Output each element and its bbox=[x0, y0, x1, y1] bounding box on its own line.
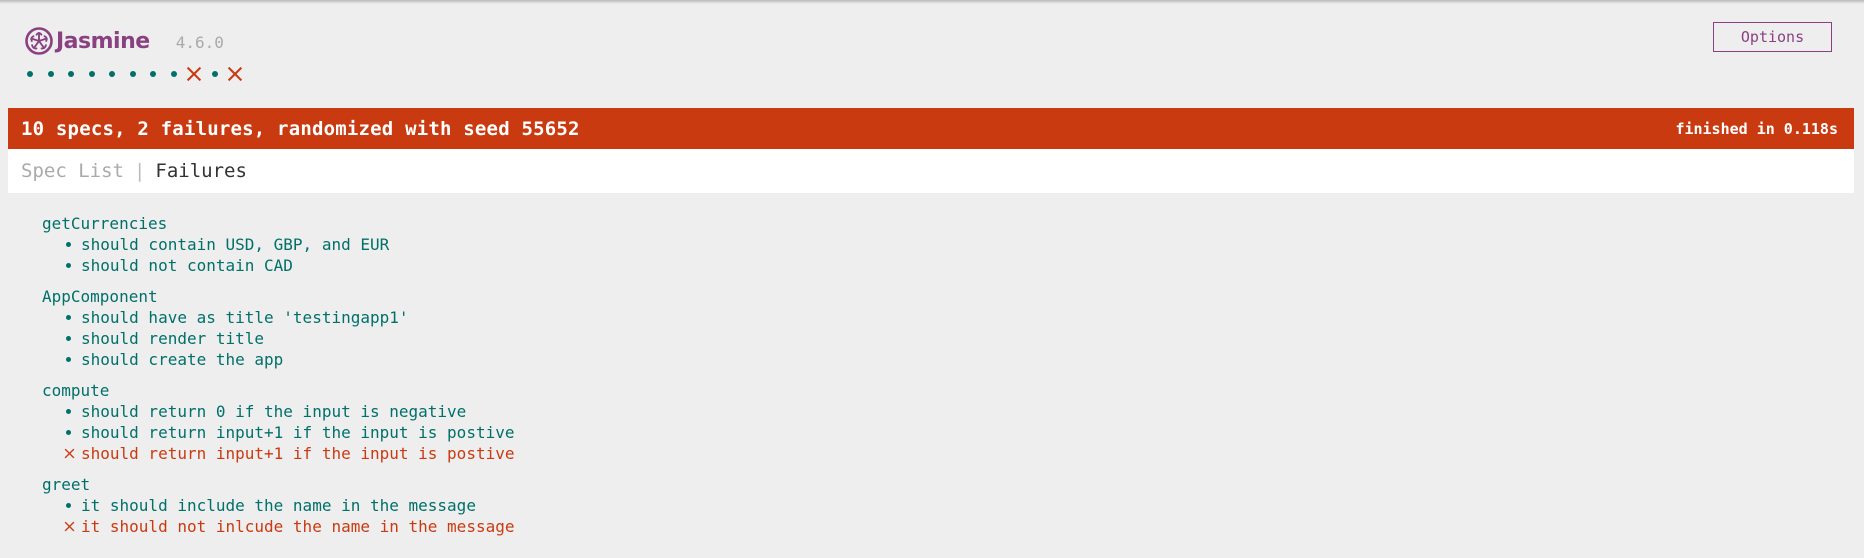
spec-label: should return input+1 if the input is po… bbox=[81, 423, 515, 442]
passed-dot-icon bbox=[170, 71, 177, 77]
passed-dot-icon bbox=[109, 71, 115, 77]
symbol-failed[interactable] bbox=[184, 64, 204, 84]
spec-marker bbox=[63, 255, 81, 276]
spec-label: it should include the name in the messag… bbox=[81, 496, 476, 515]
spec-marker bbox=[63, 495, 81, 516]
duration: finished in 0.118s bbox=[1675, 119, 1838, 138]
passed-dot-icon bbox=[129, 71, 136, 77]
spec-passed[interactable]: should render title bbox=[42, 328, 1842, 349]
spec-passed[interactable]: should return 0 if the input is negative bbox=[42, 401, 1842, 422]
banner: Jasmine 4.6.0 bbox=[24, 25, 224, 57]
failed-x-icon bbox=[227, 66, 243, 82]
spec-label: should return input+1 if the input is po… bbox=[81, 444, 515, 463]
symbol-passed[interactable] bbox=[205, 64, 225, 84]
suite-title[interactable]: greet bbox=[42, 474, 1842, 495]
spec-label: should return 0 if the input is negative bbox=[81, 402, 467, 421]
bullet-icon bbox=[66, 315, 71, 320]
spec-marker bbox=[63, 307, 81, 328]
bullet-icon bbox=[66, 357, 71, 362]
spec-label: should contain USD, GBP, and EUR bbox=[81, 235, 390, 254]
suite: getCurrencies should contain USD, GBP, an… bbox=[42, 213, 1842, 276]
spec-list-link[interactable]: Spec List bbox=[21, 160, 124, 182]
spec-marker bbox=[63, 443, 81, 464]
passed-dot-icon bbox=[211, 71, 218, 77]
failed-x-icon bbox=[186, 66, 202, 82]
bullet-icon bbox=[66, 263, 71, 268]
spec-marker bbox=[63, 401, 81, 422]
bullet-icon bbox=[66, 409, 71, 414]
suite: AppComponent should have as title 'testin… bbox=[42, 286, 1842, 370]
spec-marker bbox=[63, 234, 81, 255]
failed-x-icon bbox=[64, 521, 75, 532]
spec-passed[interactable]: should create the app bbox=[42, 349, 1842, 370]
jasmine-flower-icon bbox=[25, 27, 53, 55]
jasmine-logo[interactable]: Jasmine bbox=[24, 25, 150, 57]
failed-x-icon bbox=[64, 448, 75, 459]
suite-title[interactable]: AppComponent bbox=[42, 286, 1842, 307]
suite-title[interactable]: compute bbox=[42, 380, 1842, 401]
suite: compute should return 0 if the input is n… bbox=[42, 380, 1842, 464]
spec-label: should have as title 'testingapp1' bbox=[81, 308, 409, 327]
passed-dot-icon bbox=[88, 71, 95, 77]
spec-passed[interactable]: should have as title 'testingapp1' bbox=[42, 307, 1842, 328]
spec-marker bbox=[63, 422, 81, 443]
symbol-passed[interactable] bbox=[61, 64, 81, 84]
symbol-failed[interactable] bbox=[225, 64, 245, 84]
menu-separator: | bbox=[133, 160, 146, 182]
results-list: getCurrencies should contain USD, GBP, an… bbox=[42, 213, 1842, 547]
passed-dot-icon bbox=[27, 71, 33, 77]
passed-dot-icon bbox=[150, 71, 156, 77]
alert-bar-failed: 10 specs, 2 failures, randomized with se… bbox=[8, 108, 1854, 149]
options-button[interactable]: Options bbox=[1713, 22, 1832, 52]
suite-title[interactable]: getCurrencies bbox=[42, 213, 1842, 234]
overall-result: 10 specs, 2 failures, randomized with se… bbox=[21, 117, 580, 140]
spec-passed[interactable]: should return input+1 if the input is po… bbox=[42, 422, 1842, 443]
top-shadow bbox=[0, 0, 1864, 4]
spec-failed[interactable]: it should not inlcude the name in the me… bbox=[42, 516, 1842, 537]
spec-marker bbox=[63, 349, 81, 370]
logo-text: Jasmine bbox=[56, 28, 150, 54]
spec-marker bbox=[63, 328, 81, 349]
symbol-summary bbox=[20, 64, 246, 84]
spec-label: should create the app bbox=[81, 350, 284, 369]
symbol-passed[interactable] bbox=[164, 64, 184, 84]
version-label: 4.6.0 bbox=[175, 33, 224, 52]
symbol-passed[interactable] bbox=[20, 64, 40, 84]
symbol-passed[interactable] bbox=[102, 64, 122, 84]
spec-passed[interactable]: should not contain CAD bbox=[42, 255, 1842, 276]
symbol-passed[interactable] bbox=[41, 64, 61, 84]
symbol-passed[interactable] bbox=[123, 64, 143, 84]
passed-dot-icon bbox=[47, 71, 54, 77]
spec-label: should render title bbox=[81, 329, 265, 348]
menu-bar: Spec List | Failures bbox=[8, 149, 1854, 193]
spec-passed[interactable]: should contain USD, GBP, and EUR bbox=[42, 234, 1842, 255]
bullet-icon bbox=[66, 242, 71, 247]
suite: greet it should include the name in the m… bbox=[42, 474, 1842, 537]
failures-link[interactable]: Failures bbox=[155, 160, 247, 182]
spec-label: should not contain CAD bbox=[81, 256, 293, 275]
spec-failed[interactable]: should return input+1 if the input is po… bbox=[42, 443, 1842, 464]
symbol-passed[interactable] bbox=[82, 64, 102, 84]
symbol-passed[interactable] bbox=[143, 64, 163, 84]
bullet-icon bbox=[66, 503, 71, 508]
passed-dot-icon bbox=[68, 71, 74, 77]
bullet-icon bbox=[66, 430, 71, 435]
bullet-icon bbox=[66, 336, 71, 341]
spec-marker bbox=[63, 516, 81, 537]
spec-passed[interactable]: it should include the name in the messag… bbox=[42, 495, 1842, 516]
spec-label: it should not inlcude the name in the me… bbox=[81, 517, 515, 536]
